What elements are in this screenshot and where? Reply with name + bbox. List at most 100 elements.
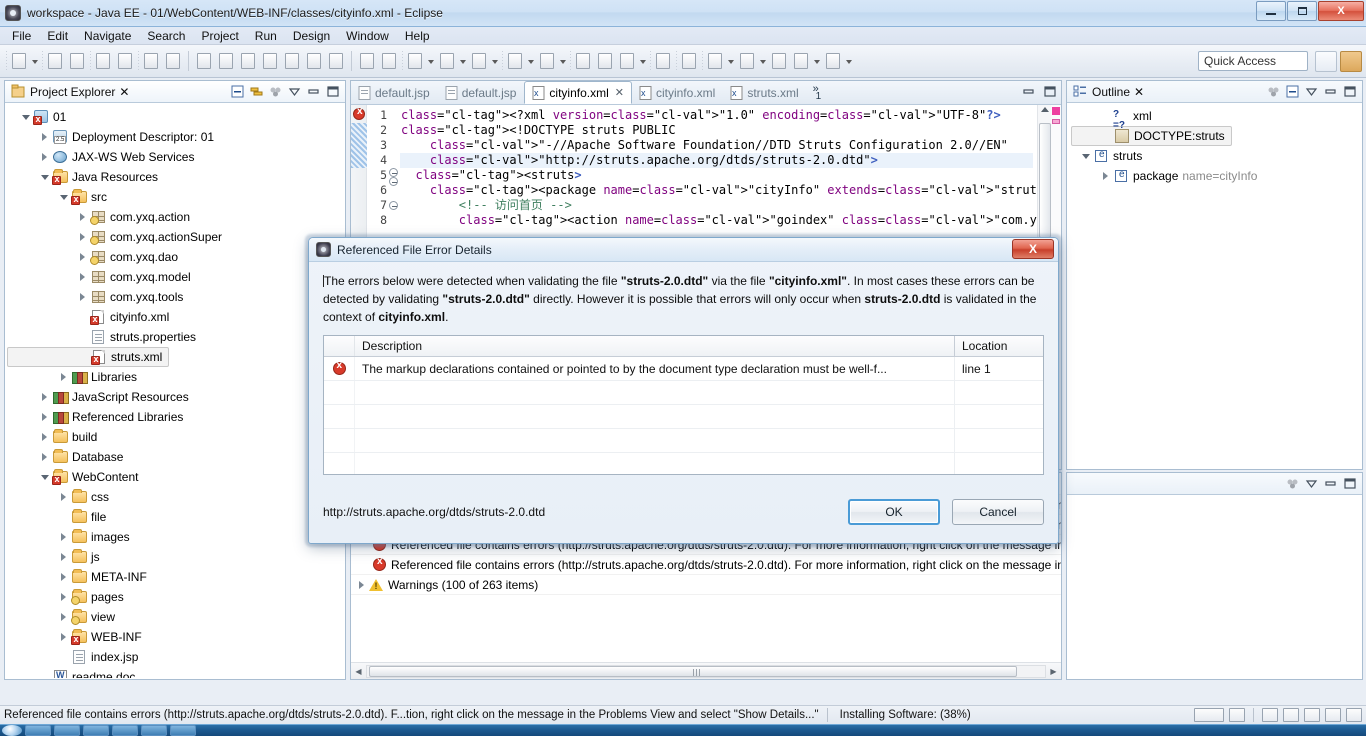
tree-item-struts-properties[interactable]: struts.properties — [7, 327, 345, 347]
dialog-table-empty-row[interactable] — [324, 405, 1043, 429]
run-last-tool-icon[interactable] — [617, 51, 637, 71]
tree-item-struts-xml[interactable]: struts.xml — [7, 347, 170, 367]
tree-item-file[interactable]: file — [7, 507, 345, 527]
run-dropdown-arrow-icon[interactable] — [458, 51, 468, 71]
tree-item-cityinfo-xml[interactable]: cityinfo.xml — [7, 307, 345, 327]
outline-tab-close-icon[interactable]: ✕ — [1134, 85, 1144, 99]
tree-item-libraries[interactable]: Libraries — [7, 367, 345, 387]
minimize-button[interactable] — [1256, 1, 1286, 21]
tree-twisty-open-icon[interactable] — [57, 190, 71, 204]
tree-item-deployment-descriptor-01[interactable]: Deployment Descriptor: 01 — [7, 127, 345, 147]
tree-item-images[interactable]: images — [7, 527, 345, 547]
outline-node-struts[interactable]: struts — [1071, 146, 1362, 166]
fold-toggle-icon[interactable] — [389, 168, 398, 177]
scrollbar-thumb[interactable] — [1039, 123, 1051, 238]
tree-item-pages[interactable]: pages — [7, 587, 345, 607]
notification-icon[interactable] — [1304, 708, 1320, 722]
taskbar-app-icon[interactable] — [141, 725, 167, 736]
problems-twisty-closed-icon[interactable] — [355, 578, 369, 592]
step-over-icon[interactable] — [304, 51, 324, 71]
tab-project-explorer[interactable]: Project Explorer ✕ — [9, 83, 133, 100]
tree-item-src[interactable]: src — [7, 187, 345, 207]
secondary-view-chevron-icon[interactable] — [1304, 476, 1319, 491]
menu-search[interactable]: Search — [139, 28, 193, 44]
tree-twisty-closed-icon[interactable] — [57, 370, 71, 384]
menu-file[interactable]: File — [4, 28, 39, 44]
tree-item-readme-doc[interactable]: readme.doc — [7, 667, 345, 678]
new-dropdown-arrow-icon[interactable] — [30, 51, 40, 71]
last-edit-location-icon[interactable] — [737, 51, 757, 71]
search-dropdown-arrow-icon[interactable] — [726, 51, 736, 71]
maximize-panel-icon[interactable] — [325, 84, 340, 99]
previous-arrow-icon[interactable] — [812, 51, 822, 71]
minimize-panel-icon[interactable] — [306, 84, 321, 99]
edit-location-arrow-icon[interactable] — [758, 51, 768, 71]
collapse-all-icon[interactable] — [230, 84, 245, 99]
editor-tab-cityinfo-xml-active[interactable]: x cityinfo.xml ✕ — [524, 81, 632, 104]
code-line[interactable]: class="cl-val">"-//Apache Software Found… — [401, 138, 1033, 153]
outline-twisty-closed-icon[interactable] — [1099, 169, 1113, 183]
outline-node-xml[interactable]: xml — [1071, 106, 1362, 126]
close-button[interactable]: X — [1318, 1, 1364, 21]
save-all-icon[interactable] — [67, 51, 87, 71]
skip-breakpoints-icon[interactable] — [163, 51, 183, 71]
outline-maximize-icon[interactable] — [1342, 84, 1357, 99]
run-server-icon[interactable] — [469, 51, 489, 71]
editor-tab-default-jsp[interactable]: default.jsp — [438, 81, 525, 104]
error-marker-icon[interactable] — [353, 106, 365, 120]
tree-item-javascript-resources[interactable]: JavaScript Resources — [7, 387, 345, 407]
tree-item-view[interactable]: view — [7, 607, 345, 627]
code-line[interactable]: class="cl-val">"http://struts.apache.org… — [401, 153, 1033, 168]
tree-twisty-closed-icon[interactable] — [57, 570, 71, 584]
previous-annotation-icon[interactable] — [379, 51, 399, 71]
menu-window[interactable]: Window — [338, 28, 397, 44]
overview-occurrence-mark[interactable] — [1052, 119, 1060, 124]
problems-item[interactable]: Referenced file contains errors (http://… — [351, 555, 1061, 575]
tree-item-build[interactable]: build — [7, 427, 345, 447]
open-type-icon[interactable] — [573, 51, 593, 71]
fold-toggle-icon[interactable] — [389, 201, 398, 210]
tree-twisty-closed-icon[interactable] — [38, 390, 52, 404]
code-line[interactable]: class="cl-tag"><!DOCTYPE struts PUBLIC — [401, 123, 1033, 138]
tree-twisty-closed-icon[interactable] — [38, 450, 52, 464]
project-explorer-tab-close-icon[interactable]: ✕ — [119, 85, 129, 99]
code-line[interactable]: class="cl-tag"><?xml version=class="cl-v… — [401, 108, 1033, 123]
menu-project[interactable]: Project — [193, 28, 246, 44]
smart-insert-icon[interactable] — [1262, 708, 1278, 722]
open-console-icon[interactable] — [141, 51, 161, 71]
quick-access-input[interactable]: Quick Access — [1198, 51, 1308, 71]
tree-item-web-inf[interactable]: WEB-INF — [7, 627, 345, 647]
scrollbar-track[interactable] — [366, 664, 1046, 678]
back-icon[interactable] — [769, 51, 789, 71]
taskbar-app-icon[interactable] — [112, 725, 138, 736]
server-dropdown-arrow-icon[interactable] — [490, 51, 500, 71]
run-icon[interactable] — [437, 51, 457, 71]
fold-toggle-icon[interactable] — [389, 177, 398, 186]
tree-twisty-closed-icon[interactable] — [57, 590, 71, 604]
tree-item-com-yxq-dao[interactable]: com.yxq.dao — [7, 247, 345, 267]
view-menu-icon[interactable] — [268, 84, 283, 99]
tree-twisty-closed-icon[interactable] — [76, 250, 90, 264]
tree-item-meta-inf[interactable]: META-INF — [7, 567, 345, 587]
forward-arrow-icon[interactable] — [844, 51, 854, 71]
new-wizard-icon[interactable] — [9, 51, 29, 71]
maximize-editor-icon[interactable] — [1042, 84, 1057, 99]
editor-tab-default-jsp[interactable]: default.jsp — [351, 81, 438, 104]
step-into-icon[interactable] — [282, 51, 302, 71]
editor-tab-overflow-chevron-icon[interactable]: » 1 — [813, 83, 822, 102]
menu-navigate[interactable]: Navigate — [76, 28, 139, 44]
class-dropdown-arrow-icon[interactable] — [558, 51, 568, 71]
table-header-location[interactable]: Location — [955, 339, 1043, 353]
tree-item-01[interactable]: 01 — [7, 107, 345, 127]
tree-item-com-yxq-tools[interactable]: com.yxq.tools — [7, 287, 345, 307]
minimize-editor-icon[interactable] — [1021, 84, 1036, 99]
tree-twisty-closed-icon[interactable] — [38, 410, 52, 424]
debug-icon[interactable] — [405, 51, 425, 71]
java-ee-perspective-button[interactable] — [1340, 51, 1362, 72]
menu-edit[interactable]: Edit — [39, 28, 76, 44]
tab-outline[interactable]: Outline ✕ — [1071, 83, 1148, 100]
tree-twisty-closed-icon[interactable] — [57, 630, 71, 644]
overview-error-mark[interactable] — [1052, 107, 1060, 115]
progress-details-icon[interactable] — [1229, 708, 1245, 722]
taskbar-app-icon[interactable] — [170, 725, 196, 736]
